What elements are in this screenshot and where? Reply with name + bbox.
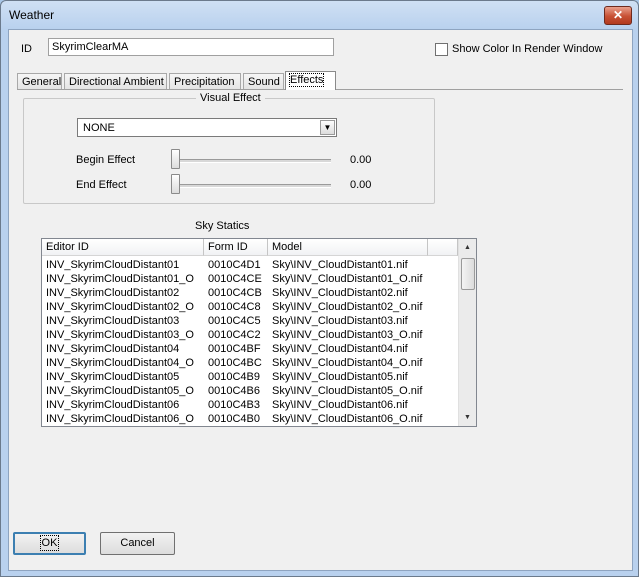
row-editor-id: INV_SkyrimCloudDistant02 (46, 287, 180, 299)
row-form-id: 0010C4B9 (208, 371, 260, 383)
ok-button[interactable]: OK (13, 532, 86, 555)
tab-directional-ambient[interactable]: Directional Ambient (64, 73, 167, 89)
tab-sound[interactable]: Sound (243, 73, 284, 89)
row-model: Sky\INV_CloudDistant06_O.nif (272, 413, 423, 425)
row-model: Sky\INV_CloudDistant05_O.nif (272, 385, 423, 397)
weather-dialog: Weather ✕ ID Show Color In Render Window… (0, 0, 639, 577)
dialog-client-area: ID Show Color In Render Window General D… (8, 29, 633, 571)
tab-label: Effects (288, 73, 325, 87)
row-editor-id: INV_SkyrimCloudDistant05 (46, 371, 180, 383)
visual-effect-title: Visual Effect (196, 92, 265, 104)
row-form-id: 0010C4CB (208, 287, 262, 299)
cancel-button-label: Cancel (120, 537, 155, 549)
tab-label: General (22, 76, 62, 88)
row-form-id: 0010C4CE (208, 273, 262, 285)
scroll-up-icon[interactable]: ▲ (459, 239, 476, 256)
row-model: Sky\INV_CloudDistant05.nif (272, 371, 408, 383)
column-header-spacer (428, 239, 458, 256)
tab-label: Sound (248, 76, 280, 88)
row-editor-id: INV_SkyrimCloudDistant06_O (46, 413, 194, 425)
end-effect-label: End Effect (76, 179, 127, 191)
row-editor-id: INV_SkyrimCloudDistant01 (46, 259, 180, 271)
tab-precipitation[interactable]: Precipitation (169, 73, 241, 89)
row-form-id: 0010C4B6 (208, 385, 260, 397)
end-effect-track[interactable] (171, 184, 331, 188)
begin-effect-slider-thumb[interactable] (171, 149, 180, 169)
row-model: Sky\INV_CloudDistant02_O.nif (272, 301, 423, 313)
show-color-label: Show Color In Render Window (452, 43, 603, 55)
table-row[interactable]: INV_SkyrimCloudDistant01_O 0010C4CE Sky\IN… (42, 272, 458, 286)
begin-effect-track[interactable] (171, 159, 331, 163)
scrollbar-thumb[interactable] (461, 258, 475, 290)
row-form-id: 0010C4B3 (208, 399, 260, 411)
row-model: Sky\INV_CloudDistant04.nif (272, 343, 408, 355)
table-row[interactable]: INV_SkyrimCloudDistant03_O 0010C4C2 Sky\IN… (42, 328, 458, 342)
sky-statics-list[interactable]: Editor ID Form ID Model INV_SkyrimCloudD… (41, 238, 477, 427)
vertical-scrollbar[interactable]: ▲ ▼ (458, 239, 476, 426)
id-input[interactable] (48, 38, 334, 56)
show-color-checkbox[interactable] (435, 43, 448, 56)
row-editor-id: INV_SkyrimCloudDistant03 (46, 315, 180, 327)
begin-effect-value: 0.00 (350, 154, 372, 166)
table-row[interactable]: INV_SkyrimCloudDistant04 0010C4BF Sky\INV_… (42, 342, 458, 356)
row-editor-id: INV_SkyrimCloudDistant02_O (46, 301, 194, 313)
row-model: Sky\INV_CloudDistant01.nif (272, 259, 408, 271)
end-effect-slider-thumb[interactable] (171, 174, 180, 194)
visual-effect-selected: NONE (83, 122, 115, 134)
begin-effect-label: Begin Effect (76, 154, 136, 166)
window-title: Weather (9, 8, 55, 22)
row-form-id: 0010C4C8 (208, 301, 261, 313)
sky-statics-title: Sky Statics (195, 220, 250, 232)
effects-tab-panel: Visual Effect NONE ▼ Begin Effect 0.00 E… (17, 89, 623, 520)
cancel-button[interactable]: Cancel (100, 532, 175, 555)
column-header-form-id[interactable]: Form ID (204, 239, 268, 256)
table-row[interactable]: INV_SkyrimCloudDistant05_O 0010C4B6 Sky\IN… (42, 384, 458, 398)
table-row[interactable]: INV_SkyrimCloudDistant02_O 0010C4C8 Sky\IN… (42, 300, 458, 314)
row-model: Sky\INV_CloudDistant03_O.nif (272, 329, 423, 341)
table-row[interactable]: INV_SkyrimCloudDistant05 0010C4B9 Sky\INV_… (42, 370, 458, 384)
row-model: Sky\INV_CloudDistant03.nif (272, 315, 408, 327)
table-row[interactable]: INV_SkyrimCloudDistant01 0010C4D1 Sky\INV_… (42, 258, 458, 272)
row-form-id: 0010C4B0 (208, 413, 260, 425)
row-editor-id: INV_SkyrimCloudDistant05_O (46, 385, 194, 397)
table-row[interactable]: INV_SkyrimCloudDistant03 0010C4C5 Sky\INV_… (42, 314, 458, 328)
row-editor-id: INV_SkyrimCloudDistant06 (46, 399, 180, 411)
close-icon: ✕ (612, 8, 624, 22)
row-form-id: 0010C4BF (208, 343, 261, 355)
tab-effects[interactable]: Effects (285, 71, 336, 90)
row-model: Sky\INV_CloudDistant01_O.nif (272, 273, 423, 285)
close-button[interactable]: ✕ (604, 6, 632, 25)
ok-button-label: OK (39, 535, 60, 551)
table-row[interactable]: INV_SkyrimCloudDistant02 0010C4CB Sky\INV_… (42, 286, 458, 300)
title-bar[interactable]: Weather ✕ (1, 1, 638, 29)
scroll-down-icon[interactable]: ▼ (459, 409, 476, 426)
column-header-editor-id[interactable]: Editor ID (42, 239, 204, 256)
row-editor-id: INV_SkyrimCloudDistant04_O (46, 357, 194, 369)
visual-effect-dropdown[interactable]: NONE ▼ (77, 118, 337, 137)
table-row[interactable]: INV_SkyrimCloudDistant04_O 0010C4BC Sky\IN… (42, 356, 458, 370)
tab-label: Directional Ambient (69, 76, 164, 88)
row-form-id: 0010C4D1 (208, 259, 261, 271)
row-editor-id: INV_SkyrimCloudDistant01_O (46, 273, 194, 285)
row-editor-id: INV_SkyrimCloudDistant04 (46, 343, 180, 355)
end-effect-value: 0.00 (350, 179, 372, 191)
column-header-model[interactable]: Model (268, 239, 428, 256)
row-form-id: 0010C4BC (208, 357, 262, 369)
table-row[interactable]: INV_SkyrimCloudDistant06 0010C4B3 Sky\INV_… (42, 398, 458, 412)
row-model: Sky\INV_CloudDistant02.nif (272, 287, 408, 299)
row-model: Sky\INV_CloudDistant04_O.nif (272, 357, 423, 369)
tab-general[interactable]: General (17, 73, 62, 89)
id-label: ID (21, 43, 32, 55)
row-form-id: 0010C4C5 (208, 315, 261, 327)
tab-label: Precipitation (174, 76, 235, 88)
visual-effect-group: Visual Effect NONE ▼ Begin Effect 0.00 E… (23, 92, 435, 204)
row-form-id: 0010C4C2 (208, 329, 261, 341)
chevron-down-icon[interactable]: ▼ (320, 120, 335, 135)
table-row[interactable]: INV_SkyrimCloudDistant06_O 0010C4B0 Sky\IN… (42, 412, 458, 426)
row-editor-id: INV_SkyrimCloudDistant03_O (46, 329, 194, 341)
row-model: Sky\INV_CloudDistant06.nif (272, 399, 408, 411)
